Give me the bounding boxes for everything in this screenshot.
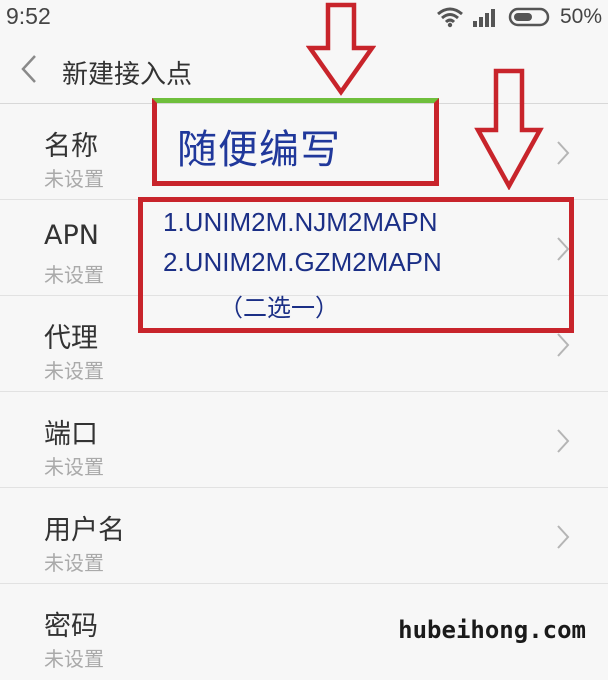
status-bar: 9:52 50% (0, 0, 608, 36)
annotation-box-name: 随便编写 (152, 98, 439, 186)
chevron-right-icon (557, 333, 570, 357)
chevron-right-icon (557, 429, 570, 453)
setting-label: APN (44, 220, 99, 251)
annotation-box-apn: 1.UNIM2M.NJM2MAPN 2.UNIM2M.GZM2MAPN （二选一… (138, 197, 574, 333)
annotation-name-hint: 随便编写 (177, 127, 341, 173)
back-arrow-icon[interactable] (18, 52, 40, 86)
battery-icon (508, 7, 550, 27)
setting-label: 用户名 (44, 515, 125, 546)
setting-value: 未设置 (44, 647, 104, 671)
battery-percent: 50% (559, 5, 602, 28)
setting-label: 名称 (44, 131, 98, 162)
setting-value: 未设置 (44, 359, 104, 383)
apn-settings-list: 名称 未设置 APN 未设置 代理 未设置 端口 未设置 用户名 未设置 密码 … (0, 104, 608, 680)
setting-value: 未设置 (44, 263, 104, 287)
annotation-apn-choose-one: （二选一） (219, 294, 339, 322)
setting-value: 未设置 (44, 551, 104, 575)
status-time: 9:52 (6, 3, 51, 29)
setting-label: 代理 (44, 323, 98, 354)
annotation-apn-option-2: 2.UNIM2M.GZM2MAPN (163, 247, 442, 277)
setting-row-port[interactable]: 端口 未设置 (0, 392, 608, 488)
annotation-arrow-down-icon (306, 2, 376, 96)
setting-label: 端口 (44, 419, 98, 450)
annotation-arrow-down-icon (474, 68, 544, 190)
setting-value: 未设置 (44, 167, 104, 191)
watermark: hubeihong.com (398, 616, 586, 644)
setting-value: 未设置 (44, 455, 104, 479)
chevron-right-icon (557, 525, 570, 549)
setting-label: 密码 (44, 611, 98, 642)
chevron-right-icon (557, 141, 570, 165)
page-title: 新建接入点 (62, 60, 193, 90)
wifi-icon (437, 7, 463, 28)
annotation-apn-option-1: 1.UNIM2M.NJM2MAPN (163, 207, 438, 237)
signal-icon (472, 9, 495, 27)
status-icons: 50% (436, 4, 602, 30)
setting-row-username[interactable]: 用户名 未设置 (0, 488, 608, 584)
